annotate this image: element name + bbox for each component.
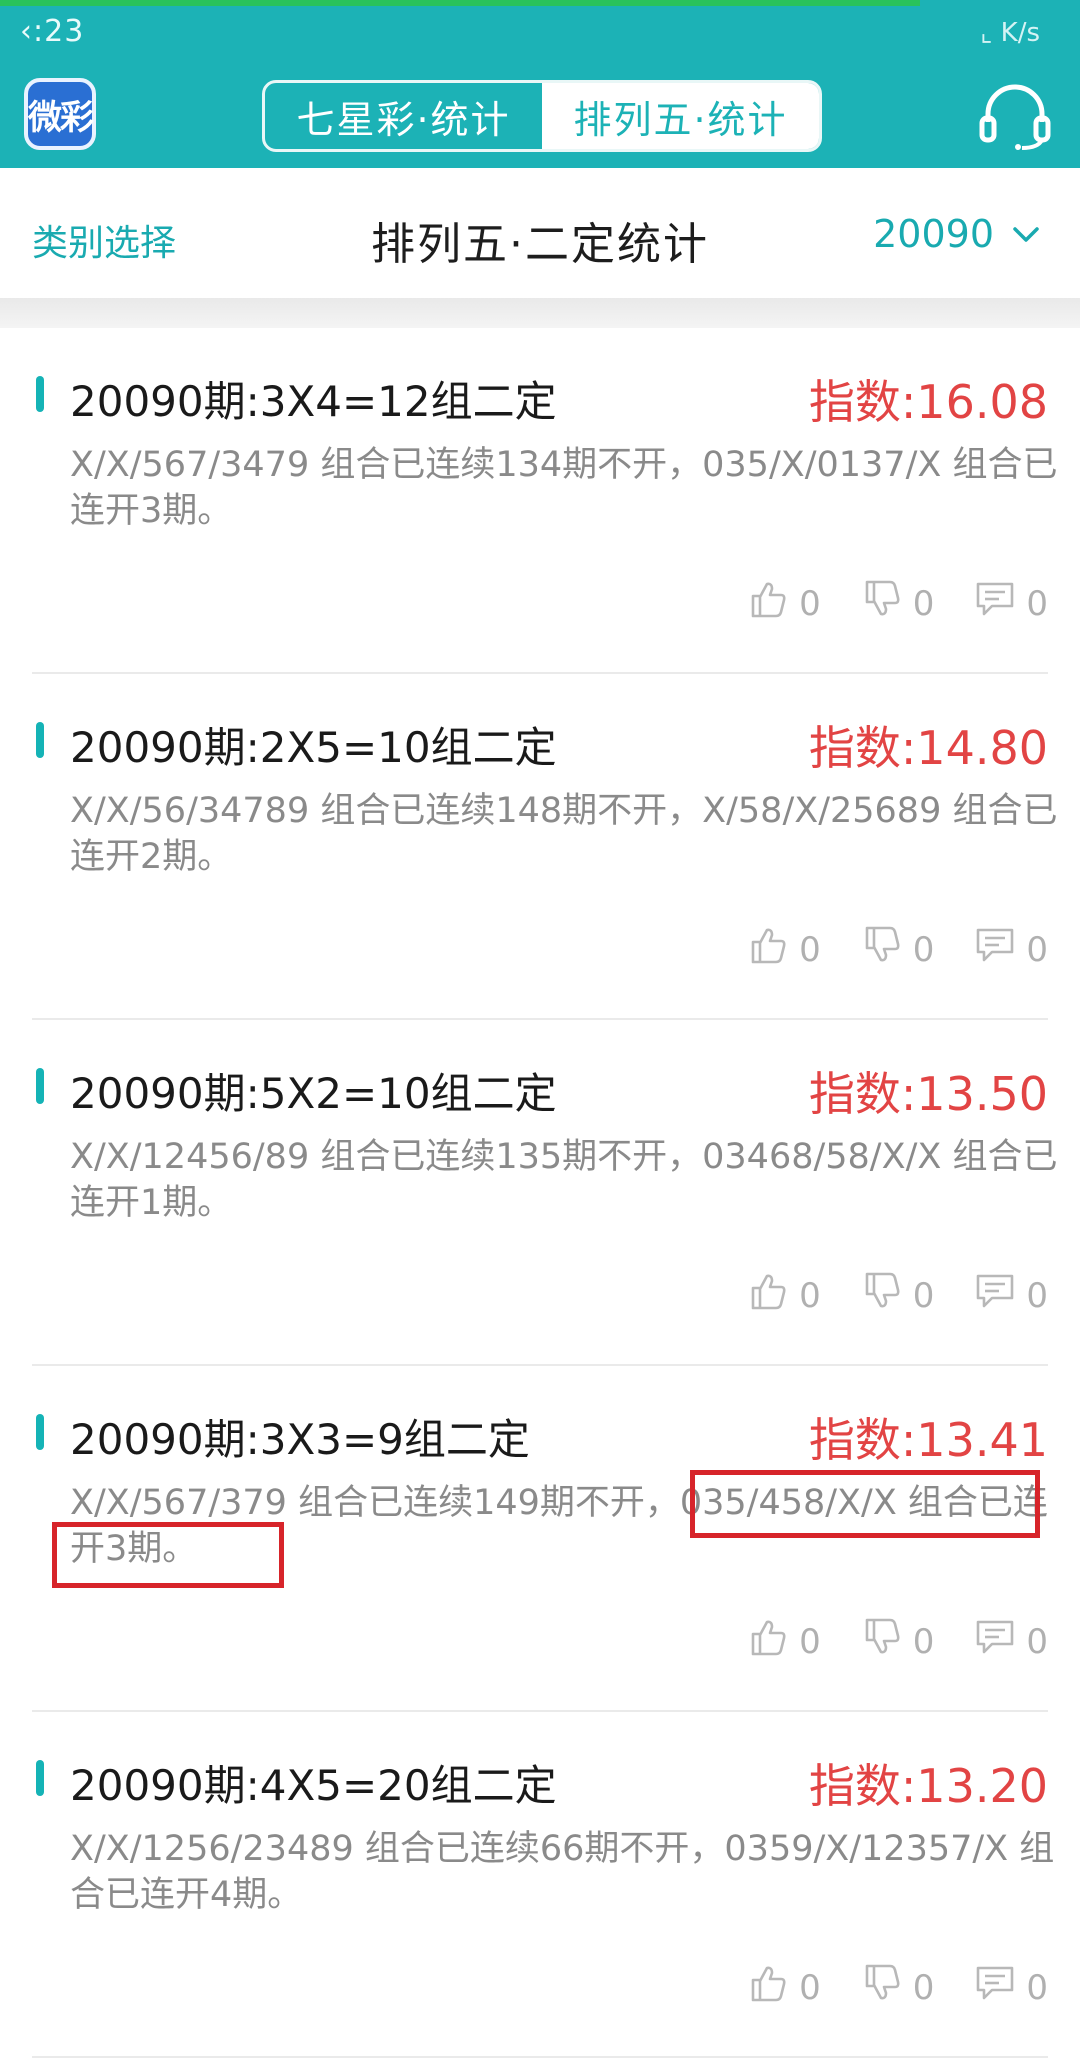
item-marker <box>36 722 44 758</box>
like-count: 0 <box>799 583 821 624</box>
item-index-value: 指数:16.08 <box>808 375 1048 429</box>
item-description: X/X/12456/89 组合已连续135期不开，03468/58/X/X 组合… <box>70 1137 1058 1223</box>
status-indicators: ⌞ K/s <box>980 18 1040 48</box>
issue-select-dropdown[interactable]: 20090 <box>873 212 1040 256</box>
sub-header: 类别选择 排列五·二定统计 20090 <box>0 168 1080 298</box>
thumbs-down-icon <box>861 1270 903 1321</box>
item-actions: 0 0 0 <box>747 1962 1048 2013</box>
like-count: 0 <box>799 1967 821 2008</box>
lottery-tab-switch: 七星彩·统计 排列五·统计 <box>262 80 822 152</box>
item-title: 20090期:4X5=20组二定 <box>70 1761 557 1810</box>
comment-icon <box>974 924 1016 975</box>
comment-count: 0 <box>1026 1967 1048 2008</box>
dislike-count: 0 <box>912 1275 935 1316</box>
stat-item[interactable]: 20090期:5X2=10组二定 指数:13.50 X/X/12456/89 组… <box>32 1020 1057 1366</box>
comment-count: 0 <box>1026 1621 1048 1662</box>
highlight-box-1 <box>690 1470 1040 1538</box>
thumbs-up-icon <box>747 1616 789 1667</box>
dislike-count: 0 <box>912 583 935 624</box>
dislike-button[interactable]: 0 <box>861 1962 935 2013</box>
highlight-box-2 <box>52 1522 284 1588</box>
like-button[interactable]: 0 <box>747 578 821 629</box>
item-description: X/X/56/34789 组合已连续148期不开，X/58/X/25689 组合… <box>70 791 1058 877</box>
comment-icon <box>974 1270 1016 1321</box>
section-divider <box>0 298 1080 328</box>
item-actions: 0 0 0 <box>747 1270 1048 1321</box>
item-index-value: 指数:13.50 <box>808 1067 1048 1121</box>
item-title: 20090期:3X4=12组二定 <box>70 377 557 426</box>
tab-pailiewu[interactable]: 排列五·统计 <box>542 83 819 149</box>
dislike-button[interactable]: 0 <box>861 1270 935 1321</box>
comment-button[interactable]: 0 <box>974 924 1048 975</box>
chevron-down-icon <box>1013 227 1039 242</box>
like-button[interactable]: 0 <box>747 1616 821 1667</box>
comment-button[interactable]: 0 <box>974 578 1048 629</box>
item-marker <box>36 1068 44 1104</box>
thumbs-up-icon <box>747 578 789 629</box>
thumbs-up-icon <box>747 924 789 975</box>
item-index-value: 指数:13.41 <box>808 1413 1048 1467</box>
dislike-button[interactable]: 0 <box>861 578 935 629</box>
app-header: ‹:23 ⌞ K/s 微彩 七星彩·统计 排列五·统计 <box>0 0 1080 168</box>
dislike-count: 0 <box>912 1967 935 2008</box>
thumbs-down-icon <box>861 1962 903 2013</box>
thumbs-down-icon <box>861 924 903 975</box>
thumbs-up-icon <box>747 1270 789 1321</box>
like-count: 0 <box>799 1275 821 1316</box>
item-marker <box>36 1760 44 1796</box>
item-marker <box>36 376 44 412</box>
stat-item[interactable]: 20090期:3X4=12组二定 指数:16.08 X/X/567/3479 组… <box>32 328 1057 674</box>
thumbs-down-icon <box>861 1616 903 1667</box>
progress-line <box>0 0 920 6</box>
like-count: 0 <box>799 1621 821 1662</box>
dislike-count: 0 <box>912 1621 935 1662</box>
item-index-value: 指数:13.20 <box>808 1759 1048 1813</box>
like-button[interactable]: 0 <box>747 1962 821 2013</box>
thumbs-down-icon <box>861 578 903 629</box>
item-actions: 0 0 0 <box>747 1616 1048 1667</box>
item-actions: 0 0 0 <box>747 924 1048 975</box>
dislike-count: 0 <box>912 929 935 970</box>
status-time: ‹:23 <box>20 14 85 49</box>
issue-number: 20090 <box>873 212 994 256</box>
comment-button[interactable]: 0 <box>974 1270 1048 1321</box>
item-description: X/X/567/3479 组合已连续134期不开，035/X/0137/X 组合… <box>70 445 1058 531</box>
like-button[interactable]: 0 <box>747 1270 821 1321</box>
item-title: 20090期:3X3=9组二定 <box>70 1415 530 1464</box>
comment-icon <box>974 1962 1016 2013</box>
item-index-value: 指数:14.80 <box>808 721 1048 775</box>
item-description: X/X/1256/23489 组合已连续66期不开，0359/X/12357/X… <box>70 1829 1055 1915</box>
dislike-button[interactable]: 0 <box>861 1616 935 1667</box>
like-count: 0 <box>799 929 821 970</box>
item-actions: 0 0 0 <box>747 578 1048 629</box>
item-title: 20090期:5X2=10组二定 <box>70 1069 557 1118</box>
item-marker <box>36 1414 44 1450</box>
thumbs-up-icon <box>747 1962 789 2013</box>
comment-count: 0 <box>1026 583 1048 624</box>
stat-item[interactable]: 20090期:4X5=20组二定 指数:13.20 X/X/1256/23489… <box>32 1712 1054 2058</box>
app-logo[interactable]: 微彩 <box>24 78 96 150</box>
comment-icon <box>974 1616 1016 1667</box>
tab-qixingcai[interactable]: 七星彩·统计 <box>265 83 542 149</box>
dislike-button[interactable]: 0 <box>861 924 935 975</box>
customer-service-headset-icon[interactable] <box>978 84 1052 150</box>
comment-count: 0 <box>1026 929 1048 970</box>
stat-item[interactable]: 20090期:2X5=10组二定 指数:14.80 X/X/56/34789 组… <box>32 674 1057 1020</box>
comment-button[interactable]: 0 <box>974 1616 1048 1667</box>
item-title: 20090期:2X5=10组二定 <box>70 723 557 772</box>
comment-button[interactable]: 0 <box>974 1962 1048 2013</box>
comment-count: 0 <box>1026 1275 1048 1316</box>
stat-list: 20090期:3X4=12组二定 指数:16.08 X/X/567/3479 组… <box>0 328 1080 2058</box>
comment-icon <box>974 578 1016 629</box>
like-button[interactable]: 0 <box>747 924 821 975</box>
